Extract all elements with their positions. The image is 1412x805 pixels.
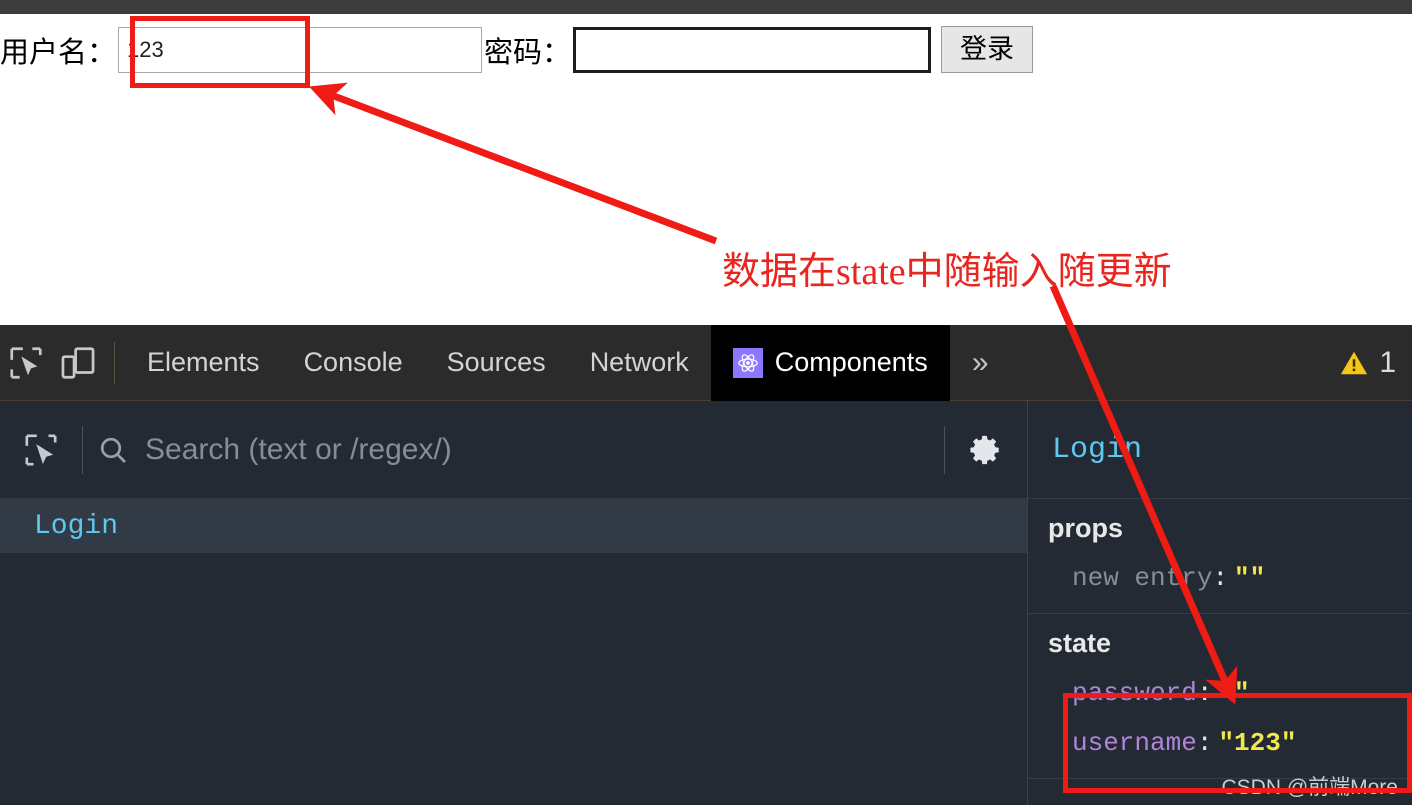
tab-sources[interactable]: Sources: [425, 325, 568, 401]
state-value: "123": [1218, 727, 1297, 758]
web-page-content: 用户名： 密码： 登录: [0, 14, 1412, 325]
username-input[interactable]: [118, 26, 483, 73]
device-toolbar-icon[interactable]: [52, 337, 104, 389]
tab-components[interactable]: Components: [710, 324, 950, 401]
components-search-bar: [0, 401, 1027, 499]
prop-key: new entry: [1072, 563, 1213, 593]
tab-elements[interactable]: Elements: [125, 325, 282, 401]
more-tabs-button[interactable]: »: [950, 347, 1011, 378]
username-label: 用户名：: [0, 36, 117, 69]
search-input[interactable]: [145, 432, 930, 467]
state-colon: :: [1196, 678, 1213, 709]
devtools-tabbar: Elements Console Sources Network Compone…: [0, 324, 1412, 401]
state-key: password: [1072, 678, 1197, 709]
annotation-note: 数据在state中随输入随更新: [722, 251, 1172, 293]
password-input[interactable]: [573, 26, 932, 73]
warning-triangle-icon: [1341, 351, 1368, 374]
login-form: 用户名： 密码： 登录: [0, 26, 1034, 73]
components-tree-pane: Login: [0, 401, 1028, 805]
tab-console[interactable]: Console: [282, 325, 425, 401]
select-element-icon[interactable]: [14, 423, 68, 477]
tab-network[interactable]: Network: [568, 325, 711, 401]
props-section-title: props: [1048, 513, 1124, 543]
props-row[interactable]: new entry : "": [1048, 554, 1411, 603]
tab-label: Network: [589, 347, 689, 377]
login-submit-button[interactable]: 登录: [941, 26, 1034, 73]
tab-label: Sources: [446, 347, 546, 377]
screenshot-root: 用户名： 密码： 登录 Elements: [0, 0, 1412, 805]
devtools-panel: Elements Console Sources Network Compone…: [0, 324, 1412, 805]
tab-label: Elements: [147, 347, 260, 377]
component-tree: Login: [0, 499, 1027, 805]
tab-label: Components: [774, 347, 928, 377]
prop-colon: :: [1212, 563, 1229, 593]
inspect-element-icon[interactable]: [0, 337, 52, 389]
inspector-component-name: Login: [1028, 401, 1411, 499]
component-inspector-pane: Login props new entry : "" state passwor…: [1028, 401, 1411, 805]
state-row-password[interactable]: password : "": [1048, 669, 1411, 718]
state-section: state password : "" username : "123": [1028, 614, 1411, 780]
state-row-username[interactable]: username : "123": [1048, 719, 1411, 768]
state-section-title: state: [1048, 628, 1112, 659]
search-icon: [100, 437, 126, 463]
react-atom-icon: [732, 347, 763, 378]
settings-divider: [944, 425, 945, 474]
prop-value: "": [1234, 563, 1266, 593]
tab-label: Console: [303, 347, 403, 377]
warning-indicator[interactable]: 1: [1339, 346, 1412, 380]
tree-item-login[interactable]: Login: [0, 499, 1027, 553]
tree-item-label: Login: [34, 510, 119, 542]
state-colon: :: [1196, 727, 1213, 758]
warning-count: 1: [1379, 345, 1396, 379]
state-key: username: [1072, 727, 1197, 758]
toolbar-divider: [114, 341, 115, 384]
browser-chrome-strip: [0, 0, 1412, 14]
search-divider: [82, 425, 83, 474]
props-section: props new entry : "": [1028, 499, 1411, 615]
gear-icon[interactable]: [959, 423, 1013, 477]
state-value: "": [1218, 678, 1250, 709]
devtools-body: Login Login props new entry : "" state: [0, 401, 1412, 805]
password-label: 密码：: [484, 36, 572, 69]
search-field-wrap: [97, 432, 930, 467]
